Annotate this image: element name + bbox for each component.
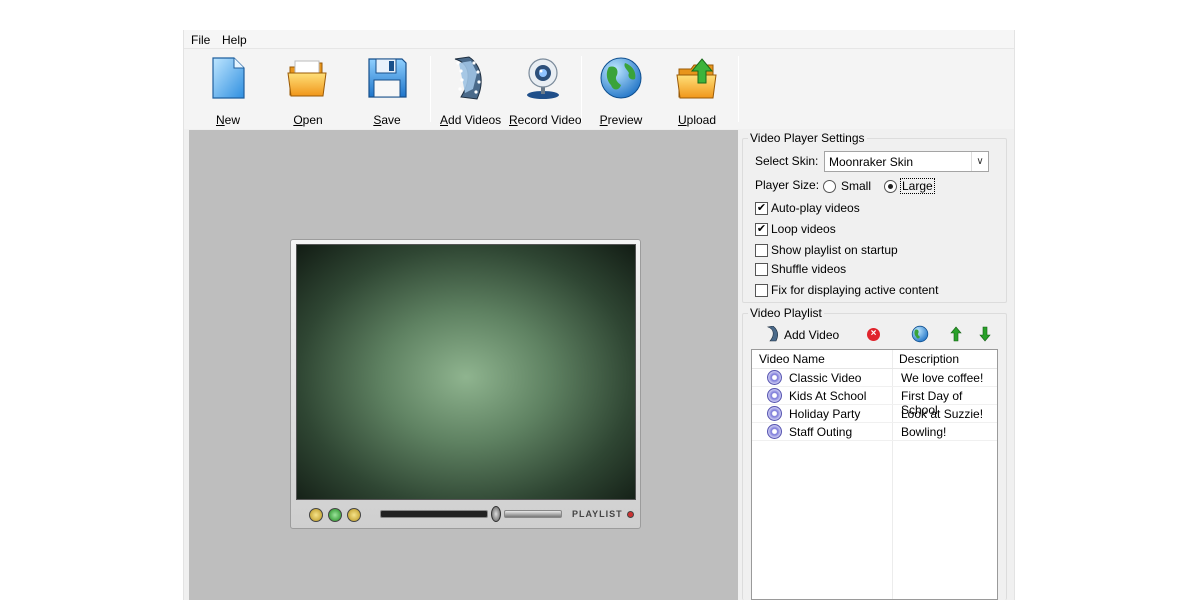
preview-area: PLAYLIST — [189, 130, 738, 600]
add-videos-label: Add Videos — [440, 113, 502, 127]
playlist-toggle[interactable]: PLAYLIST — [572, 509, 623, 519]
playlist-title: Video Playlist — [748, 306, 824, 320]
folder-icon — [287, 60, 327, 97]
playlist-indicator-icon — [627, 511, 634, 518]
globe-icon — [600, 57, 642, 99]
menu-help[interactable]: Help — [222, 33, 247, 47]
upload-button[interactable]: Upload — [674, 55, 720, 127]
video-disc-icon — [767, 370, 782, 385]
size-small-radio[interactable] — [823, 180, 836, 193]
column-header-description[interactable]: Description — [899, 352, 959, 366]
video-name-cell: Holiday Party — [789, 407, 861, 421]
save-label: Save — [373, 113, 401, 127]
option-label[interactable]: Shuffle videos — [771, 262, 846, 276]
remove-video-icon[interactable]: × — [867, 328, 880, 341]
table-row[interactable]: Classic Video We love coffee! — [752, 369, 997, 387]
add-video-label: Add Video — [784, 328, 840, 342]
video-player: PLAYLIST — [290, 239, 641, 529]
new-button[interactable]: New — [205, 55, 251, 127]
video-disc-icon — [767, 388, 782, 403]
arrow-up-icon[interactable] — [950, 326, 962, 342]
option-checkbox[interactable] — [755, 263, 768, 276]
menu-file[interactable]: File — [191, 33, 210, 47]
preview-button[interactable]: Preview — [598, 55, 644, 127]
video-screen[interactable] — [296, 244, 636, 500]
record-video-button[interactable]: Record Video — [509, 55, 582, 127]
preview-label: Preview — [599, 113, 643, 127]
app-window: File Help New Open Save Add Videos Recor… — [183, 30, 1015, 600]
new-label: New — [215, 113, 240, 127]
floppy-disk-icon — [368, 58, 407, 98]
new-document-icon — [212, 57, 245, 99]
arrow-down-icon[interactable] — [979, 326, 991, 342]
upload-label: Upload — [677, 113, 717, 127]
player-settings-title: Video Player Settings — [748, 131, 867, 145]
option-checkbox[interactable] — [755, 284, 768, 297]
skin-select-value: Moonraker Skin — [829, 155, 914, 169]
menu-bar: File Help — [184, 30, 1014, 49]
option-label[interactable]: Show playlist on startup — [771, 243, 898, 257]
rewind-button[interactable] — [309, 508, 323, 522]
option-label[interactable]: Auto-play videos — [771, 201, 860, 215]
size-small-label[interactable]: Small — [841, 179, 871, 193]
toolbar: New Open Save Add Videos Record Video Pr… — [184, 49, 1014, 129]
video-name-cell: Classic Video — [789, 371, 862, 385]
volume-slider[interactable] — [504, 510, 562, 518]
upload-folder-icon — [676, 58, 717, 99]
toolbar-separator — [430, 56, 431, 122]
video-name-cell: Staff Outing — [789, 425, 853, 439]
film-strip-icon — [454, 56, 482, 100]
seek-bar[interactable] — [380, 510, 488, 518]
option-checkbox[interactable] — [755, 244, 768, 257]
size-large-radio[interactable] — [884, 180, 897, 193]
open-label: Open — [293, 113, 323, 127]
video-name-cell: Kids At School — [789, 389, 867, 403]
table-row[interactable]: Kids At School First Day of School — [752, 387, 997, 417]
save-button[interactable]: Save — [364, 55, 410, 127]
webcam-icon — [527, 58, 559, 99]
video-disc-icon — [767, 406, 782, 421]
volume-icon — [491, 506, 501, 522]
forward-button[interactable] — [347, 508, 361, 522]
toolbar-separator — [581, 56, 582, 122]
add-videos-button[interactable]: Add Videos — [440, 55, 502, 127]
video-description-cell: Bowling! — [901, 425, 947, 439]
skin-label: Select Skin: — [755, 154, 819, 168]
chevron-down-icon[interactable]: ∨ — [971, 152, 988, 171]
video-description-cell: Look at Suzzie! — [901, 407, 984, 421]
open-button[interactable]: Open — [285, 55, 331, 127]
toolbar-separator — [738, 56, 739, 122]
size-large-label[interactable]: Large — [900, 178, 935, 194]
globe-icon[interactable] — [911, 325, 929, 343]
play-icon[interactable] — [328, 508, 342, 522]
player-controls: PLAYLIST — [291, 502, 640, 528]
option-label[interactable]: Fix for displaying active content — [771, 283, 938, 297]
film-strip-icon — [766, 326, 778, 342]
skin-select[interactable]: Moonraker Skin ∨ — [824, 151, 989, 172]
table-row[interactable]: Staff Outing Bowling! — [752, 423, 997, 441]
column-header-name[interactable]: Video Name — [759, 352, 825, 366]
table-row[interactable]: Holiday Party Look at Suzzie! — [752, 405, 997, 423]
playlist-list[interactable]: Video Name Description Classic Video We l… — [751, 349, 998, 600]
video-disc-icon — [767, 424, 782, 439]
video-description-cell: We love coffee! — [901, 371, 984, 385]
option-checkbox[interactable]: ✔ — [755, 223, 768, 236]
option-label[interactable]: Loop videos — [771, 222, 836, 236]
player-size-label: Player Size: — [755, 178, 820, 192]
record-video-label: Record Video — [509, 113, 582, 127]
option-checkbox[interactable]: ✔ — [755, 202, 768, 215]
